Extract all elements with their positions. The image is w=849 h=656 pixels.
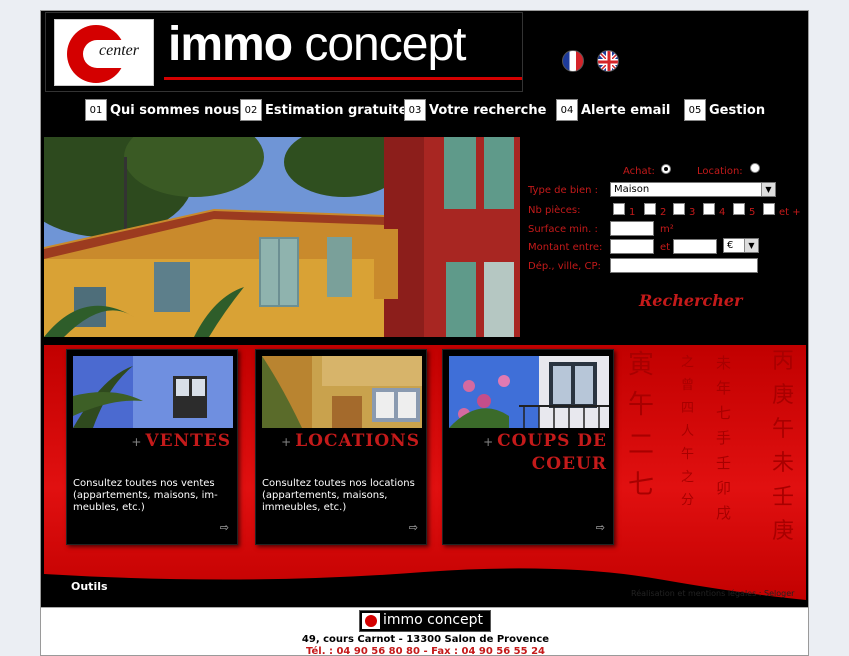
montant-label: Montant entre: (528, 242, 603, 253)
location-label: Location: (697, 166, 743, 177)
locations-photo (262, 356, 422, 428)
currency-select[interactable]: € ▼ (723, 238, 759, 253)
decorative-glyphs-col3: 未 年 七 手 壬 卯 戌 (716, 354, 732, 522)
logo-underline (164, 77, 522, 80)
pieces-1-checkbox[interactable] (613, 203, 625, 215)
card-title-text: LOCATIONS (295, 431, 420, 451)
surface-unit: m² (660, 224, 674, 235)
pieces-6plus-checkbox[interactable] (763, 203, 775, 215)
logo-name-regular: concept (292, 18, 466, 71)
pieces-5-label: 5 (749, 207, 756, 218)
pieces-6plus-label: et + (779, 207, 801, 218)
search-button[interactable]: Rechercher (639, 291, 742, 310)
location-field-input[interactable] (610, 258, 758, 273)
chevron-down-icon: ▼ (744, 239, 758, 252)
nav-label: Alerte email (581, 102, 671, 118)
card-description: Consultez toutes nos locations (appartem… (262, 478, 415, 513)
pieces-4-label: 4 (719, 207, 726, 218)
pieces-2-label: 2 (660, 207, 667, 218)
decorative-glyphs-col4: 丙 庚 午 未 壬 庚 (772, 349, 795, 544)
nav-label: Votre recherche (429, 102, 547, 118)
nav-label: Qui sommes nous (110, 102, 240, 118)
arrow-right-icon: ⇨ (595, 521, 605, 534)
card-title-text: VENTES (145, 431, 231, 451)
band-wave (44, 568, 806, 606)
card-title: + VENTES (131, 431, 231, 451)
montant-max-input[interactable] (673, 239, 717, 254)
pieces-5-checkbox[interactable] (733, 203, 745, 215)
achat-label: Achat: (623, 166, 655, 177)
nav-number: 02 (240, 99, 262, 121)
pieces-3-label: 3 (689, 207, 696, 218)
nav-number: 04 (556, 99, 578, 121)
footer-address: 49, cours Carnot - 13300 Salon de Proven… (301, 634, 550, 645)
achat-radio[interactable] (661, 164, 671, 174)
type-de-bien-select[interactable]: Maison ▼ (610, 182, 776, 197)
card-title-line1: COUPS DE (497, 431, 607, 451)
nav-number: 01 (85, 99, 107, 121)
surface-label: Surface min. : (528, 224, 598, 235)
credits-link[interactable]: Réalisation et mentions légales : Seloge… (631, 589, 794, 598)
arrow-right-icon: ⇨ (219, 521, 229, 534)
hero-house-photo (44, 137, 520, 337)
card-title: + COUPS DE COEUR (483, 431, 607, 474)
logo-mark-icon: center (54, 19, 154, 86)
chevron-down-icon: ▼ (761, 183, 775, 196)
logo-mark-text: center (99, 42, 139, 59)
coups-de-coeur-photo (449, 356, 609, 428)
site-logo[interactable]: center immo concept (45, 12, 523, 92)
footer-logo-text: immo concept (383, 612, 484, 628)
card-title-line2: COEUR (531, 454, 607, 474)
nav-votre-recherche[interactable]: 03 Votre recherche (404, 99, 546, 121)
nb-pieces-label: Nb pièces: (528, 205, 581, 216)
nav-label: Estimation gratuite (265, 102, 408, 118)
nav-qui-sommes-nous[interactable]: 01 Qui sommes nous (85, 99, 239, 121)
type-de-bien-label: Type de bien : (528, 185, 598, 196)
location-field-label: Dép., ville, CP: (528, 261, 601, 272)
nav-number: 05 (684, 99, 706, 121)
logo-wordmark: immo concept (168, 17, 466, 72)
nav-number: 03 (404, 99, 426, 121)
outils-link[interactable]: Outils (71, 580, 108, 593)
pieces-1-label: 1 (629, 207, 636, 218)
surface-input[interactable] (610, 221, 654, 236)
currency-value: € (727, 240, 734, 251)
footer-logo: immo concept (359, 610, 491, 632)
type-de-bien-value: Maison (614, 184, 650, 195)
pieces-2-checkbox[interactable] (644, 203, 656, 215)
page-frame: center immo concept 01 Qui sommes nous 0… (40, 10, 809, 656)
decorative-glyphs-col2: 之 曾 四 人 午 之 分 (681, 355, 695, 508)
footer-phone: Tél. : 04 90 56 80 80 - Fax : 04 90 56 5… (306, 646, 545, 656)
card-coups-de-coeur[interactable]: + COUPS DE COEUR ⇨ (442, 349, 614, 545)
pieces-4-checkbox[interactable] (703, 203, 715, 215)
logo-mark-icon (362, 613, 380, 629)
nav-label: Gestion (709, 102, 766, 118)
ventes-photo (73, 356, 233, 428)
pieces-3-checkbox[interactable] (673, 203, 685, 215)
decorative-glyphs-col1: 寅 午 二 七 (628, 350, 655, 500)
card-title: + LOCATIONS (281, 431, 420, 451)
nav-gestion[interactable]: 05 Gestion (684, 99, 765, 121)
location-radio[interactable] (750, 163, 760, 173)
flag-uk-icon[interactable] (597, 50, 619, 72)
nav-estimation-gratuite[interactable]: 02 Estimation gratuite (240, 99, 407, 121)
card-description: Consultez toutes nos ventes (appartement… (73, 478, 218, 513)
flag-fr-icon[interactable] (562, 50, 584, 72)
card-locations[interactable]: + LOCATIONS Consultez toutes nos location… (255, 349, 427, 545)
card-ventes[interactable]: + VENTES Consultez toutes nos ventes (app… (66, 349, 238, 545)
arrow-right-icon: ⇨ (408, 521, 418, 534)
montant-and-label: et (660, 242, 671, 253)
footer: immo concept 49, cours Carnot - 13300 Sa… (41, 607, 808, 656)
nav-alerte-email[interactable]: 04 Alerte email (556, 99, 670, 121)
montant-min-input[interactable] (610, 239, 654, 254)
logo-name-bold: immo (168, 18, 293, 71)
